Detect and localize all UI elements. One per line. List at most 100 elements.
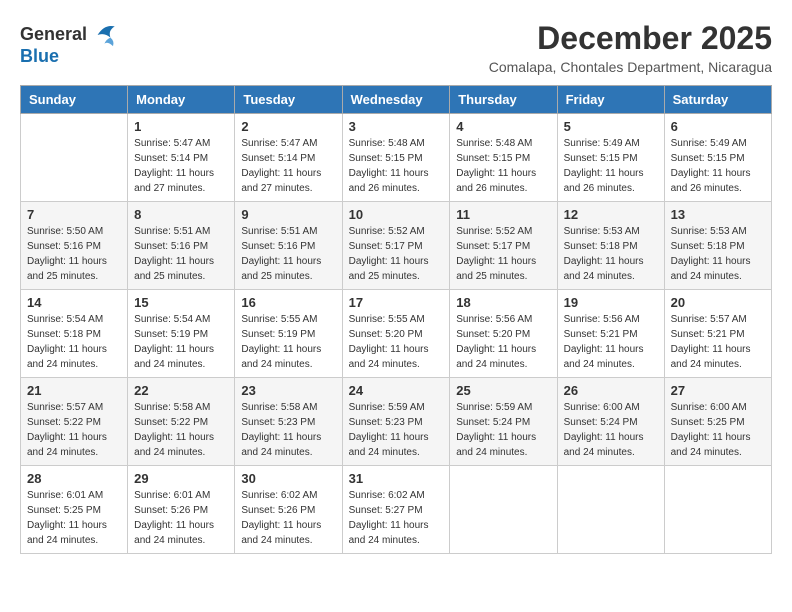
day-number: 21 <box>27 383 121 398</box>
calendar-cell: 31 Sunrise: 6:02 AM Sunset: 5:27 PM Dayli… <box>342 466 450 554</box>
calendar-cell: 23 Sunrise: 5:58 AM Sunset: 5:23 PM Dayli… <box>235 378 342 466</box>
day-number: 12 <box>564 207 658 222</box>
logo: General Blue <box>20 20 119 68</box>
day-number: 29 <box>134 471 228 486</box>
day-info: Sunrise: 5:57 AM Sunset: 5:22 PM Dayligh… <box>27 400 121 460</box>
day-number: 10 <box>349 207 444 222</box>
calendar-cell <box>557 466 664 554</box>
day-info: Sunrise: 5:49 AM Sunset: 5:15 PM Dayligh… <box>564 136 658 196</box>
calendar-week-row: 7 Sunrise: 5:50 AM Sunset: 5:16 PM Daylig… <box>21 202 772 290</box>
day-number: 6 <box>671 119 765 134</box>
day-number: 4 <box>456 119 550 134</box>
day-number: 25 <box>456 383 550 398</box>
day-number: 8 <box>134 207 228 222</box>
day-info: Sunrise: 5:56 AM Sunset: 5:20 PM Dayligh… <box>456 312 550 372</box>
day-info: Sunrise: 6:01 AM Sunset: 5:25 PM Dayligh… <box>27 488 121 548</box>
day-info: Sunrise: 5:53 AM Sunset: 5:18 PM Dayligh… <box>564 224 658 284</box>
day-info: Sunrise: 5:55 AM Sunset: 5:20 PM Dayligh… <box>349 312 444 372</box>
calendar-cell <box>664 466 771 554</box>
calendar-week-row: 21 Sunrise: 5:57 AM Sunset: 5:22 PM Dayli… <box>21 378 772 466</box>
day-info: Sunrise: 5:47 AM Sunset: 5:14 PM Dayligh… <box>241 136 335 196</box>
day-number: 15 <box>134 295 228 310</box>
day-number: 3 <box>349 119 444 134</box>
day-number: 18 <box>456 295 550 310</box>
calendar-table: SundayMondayTuesdayWednesdayThursdayFrid… <box>20 85 772 554</box>
day-info: Sunrise: 5:50 AM Sunset: 5:16 PM Dayligh… <box>27 224 121 284</box>
calendar-cell: 29 Sunrise: 6:01 AM Sunset: 5:26 PM Dayli… <box>128 466 235 554</box>
calendar-cell: 11 Sunrise: 5:52 AM Sunset: 5:17 PM Dayli… <box>450 202 557 290</box>
day-number: 7 <box>27 207 121 222</box>
calendar-cell: 20 Sunrise: 5:57 AM Sunset: 5:21 PM Dayli… <box>664 290 771 378</box>
calendar-cell: 22Sunrise: 5:58 AM Sunset: 5:22 PM Dayli… <box>128 378 235 466</box>
logo-blue: Blue <box>20 46 59 68</box>
day-number: 9 <box>241 207 335 222</box>
calendar-cell: 8 Sunrise: 5:51 AM Sunset: 5:16 PM Daylig… <box>128 202 235 290</box>
calendar-cell: 17 Sunrise: 5:55 AM Sunset: 5:20 PM Dayli… <box>342 290 450 378</box>
day-number: 20 <box>671 295 765 310</box>
calendar-cell: 10Sunrise: 5:52 AM Sunset: 5:17 PM Dayli… <box>342 202 450 290</box>
calendar-cell: 21 Sunrise: 5:57 AM Sunset: 5:22 PM Dayli… <box>21 378 128 466</box>
day-info: Sunrise: 5:58 AM Sunset: 5:23 PM Dayligh… <box>241 400 335 460</box>
calendar-cell: 7 Sunrise: 5:50 AM Sunset: 5:16 PM Daylig… <box>21 202 128 290</box>
day-info: Sunrise: 5:48 AM Sunset: 5:15 PM Dayligh… <box>349 136 444 196</box>
day-info: Sunrise: 5:47 AM Sunset: 5:14 PM Dayligh… <box>134 136 228 196</box>
day-number: 16 <box>241 295 335 310</box>
calendar-cell <box>21 114 128 202</box>
calendar-week-row: 28Sunrise: 6:01 AM Sunset: 5:25 PM Dayli… <box>21 466 772 554</box>
day-info: Sunrise: 5:55 AM Sunset: 5:19 PM Dayligh… <box>241 312 335 372</box>
calendar-cell: 15 Sunrise: 5:54 AM Sunset: 5:19 PM Dayli… <box>128 290 235 378</box>
day-info: Sunrise: 5:51 AM Sunset: 5:16 PM Dayligh… <box>134 224 228 284</box>
day-number: 19 <box>564 295 658 310</box>
day-number: 23 <box>241 383 335 398</box>
calendar-cell: 30 Sunrise: 6:02 AM Sunset: 5:26 PM Dayli… <box>235 466 342 554</box>
calendar-week-row: 1Sunrise: 5:47 AM Sunset: 5:14 PM Daylig… <box>21 114 772 202</box>
day-number: 2 <box>241 119 335 134</box>
weekday-header-monday: Monday <box>128 86 235 114</box>
calendar-cell: 26 Sunrise: 6:00 AM Sunset: 5:24 PM Dayli… <box>557 378 664 466</box>
weekday-header-saturday: Saturday <box>664 86 771 114</box>
day-info: Sunrise: 5:54 AM Sunset: 5:18 PM Dayligh… <box>27 312 121 372</box>
day-info: Sunrise: 5:56 AM Sunset: 5:21 PM Dayligh… <box>564 312 658 372</box>
day-info: Sunrise: 5:49 AM Sunset: 5:15 PM Dayligh… <box>671 136 765 196</box>
day-info: Sunrise: 5:48 AM Sunset: 5:15 PM Dayligh… <box>456 136 550 196</box>
weekday-header-wednesday: Wednesday <box>342 86 450 114</box>
month-year-title: December 2025 <box>489 20 772 57</box>
calendar-cell: 5 Sunrise: 5:49 AM Sunset: 5:15 PM Daylig… <box>557 114 664 202</box>
calendar-cell: 28Sunrise: 6:01 AM Sunset: 5:25 PM Dayli… <box>21 466 128 554</box>
day-number: 17 <box>349 295 444 310</box>
calendar-cell: 2 Sunrise: 5:47 AM Sunset: 5:14 PM Daylig… <box>235 114 342 202</box>
day-number: 31 <box>349 471 444 486</box>
calendar-cell: 13 Sunrise: 5:53 AM Sunset: 5:18 PM Dayli… <box>664 202 771 290</box>
day-number: 5 <box>564 119 658 134</box>
day-info: Sunrise: 5:53 AM Sunset: 5:18 PM Dayligh… <box>671 224 765 284</box>
day-info: Sunrise: 6:01 AM Sunset: 5:26 PM Dayligh… <box>134 488 228 548</box>
calendar-cell: 27Sunrise: 6:00 AM Sunset: 5:25 PM Dayli… <box>664 378 771 466</box>
calendar-cell: 14 Sunrise: 5:54 AM Sunset: 5:18 PM Dayli… <box>21 290 128 378</box>
day-number: 24 <box>349 383 444 398</box>
day-number: 13 <box>671 207 765 222</box>
calendar-week-row: 14 Sunrise: 5:54 AM Sunset: 5:18 PM Dayli… <box>21 290 772 378</box>
day-number: 30 <box>241 471 335 486</box>
day-info: Sunrise: 5:57 AM Sunset: 5:21 PM Dayligh… <box>671 312 765 372</box>
calendar-cell: 19 Sunrise: 5:56 AM Sunset: 5:21 PM Dayli… <box>557 290 664 378</box>
day-info: Sunrise: 5:52 AM Sunset: 5:17 PM Dayligh… <box>456 224 550 284</box>
day-number: 11 <box>456 207 550 222</box>
day-info: Sunrise: 5:59 AM Sunset: 5:24 PM Dayligh… <box>456 400 550 460</box>
day-number: 26 <box>564 383 658 398</box>
calendar-header-row: SundayMondayTuesdayWednesdayThursdayFrid… <box>21 86 772 114</box>
calendar-cell: 6 Sunrise: 5:49 AM Sunset: 5:15 PM Daylig… <box>664 114 771 202</box>
day-info: Sunrise: 5:58 AM Sunset: 5:22 PM Dayligh… <box>134 400 228 460</box>
calendar-cell: 18 Sunrise: 5:56 AM Sunset: 5:20 PM Dayli… <box>450 290 557 378</box>
day-info: Sunrise: 6:02 AM Sunset: 5:27 PM Dayligh… <box>349 488 444 548</box>
calendar-cell: 12 Sunrise: 5:53 AM Sunset: 5:18 PM Dayli… <box>557 202 664 290</box>
day-info: Sunrise: 6:00 AM Sunset: 5:24 PM Dayligh… <box>564 400 658 460</box>
day-number: 14 <box>27 295 121 310</box>
weekday-header-thursday: Thursday <box>450 86 557 114</box>
day-info: Sunrise: 5:54 AM Sunset: 5:19 PM Dayligh… <box>134 312 228 372</box>
day-info: Sunrise: 6:02 AM Sunset: 5:26 PM Dayligh… <box>241 488 335 548</box>
calendar-cell: 3 Sunrise: 5:48 AM Sunset: 5:15 PM Daylig… <box>342 114 450 202</box>
day-info: Sunrise: 5:59 AM Sunset: 5:23 PM Dayligh… <box>349 400 444 460</box>
day-info: Sunrise: 6:00 AM Sunset: 5:25 PM Dayligh… <box>671 400 765 460</box>
calendar-cell: 16 Sunrise: 5:55 AM Sunset: 5:19 PM Dayli… <box>235 290 342 378</box>
calendar-cell: 1Sunrise: 5:47 AM Sunset: 5:14 PM Daylig… <box>128 114 235 202</box>
